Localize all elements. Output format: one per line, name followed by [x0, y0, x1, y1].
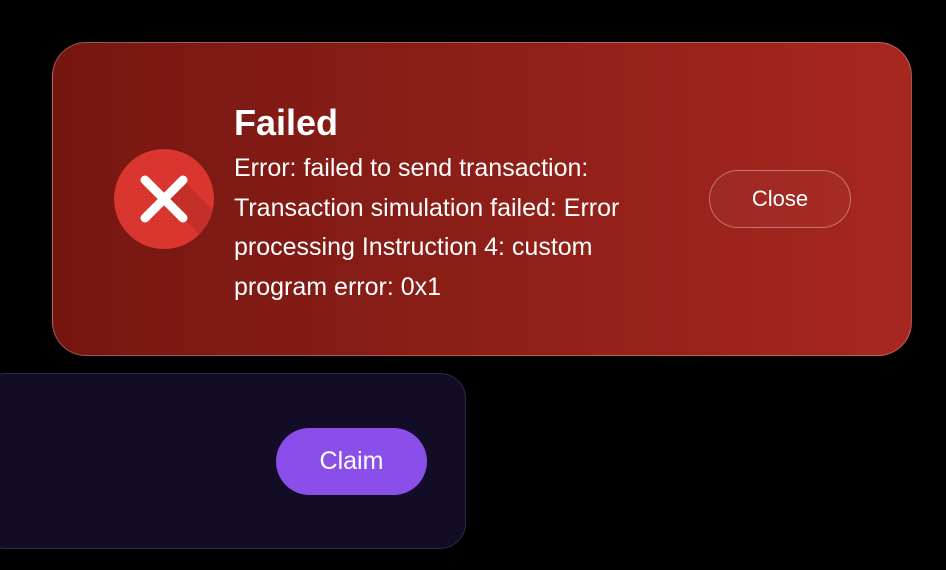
toast-content: Failed Error: failed to send transaction… [234, 101, 684, 307]
error-toast: Failed Error: failed to send transaction… [52, 42, 912, 356]
toast-title: Failed [234, 102, 339, 143]
claim-button[interactable]: Claim [276, 428, 427, 495]
x-circle-icon [114, 149, 214, 249]
toast-message: Error: failed to send transaction: Trans… [234, 154, 620, 301]
claim-card: Claim [0, 373, 466, 549]
page: Claim Failed Error: failed to send trans… [0, 0, 946, 570]
close-button[interactable]: Close [709, 170, 851, 228]
